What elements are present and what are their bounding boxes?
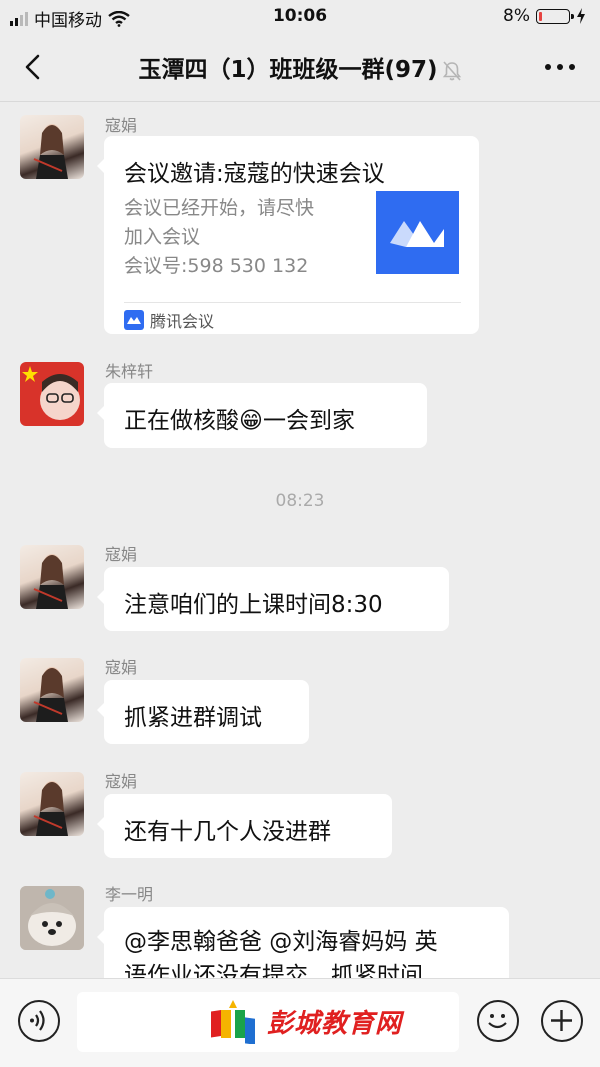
card-source: 腾讯会议 [124, 308, 214, 332]
meeting-card[interactable]: 会议邀请:寇蔻的快速会议 会议已经开始，请尽快 加入会议 会议号:598 530… [97, 136, 479, 334]
smile-icon [488, 1014, 507, 1029]
battery-icon [536, 8, 574, 24]
avatar[interactable] [20, 115, 84, 179]
tencent-meeting-small-icon [124, 310, 144, 330]
chat-header: 玉潭四（1）班班级一群(97) [0, 34, 600, 102]
avatar[interactable] [20, 658, 84, 722]
message-bubble[interactable]: 正在做核酸😁一会到家 [97, 383, 427, 448]
chat-title-wrap: 玉潭四（1）班班级一群(97) [0, 50, 600, 84]
divider [124, 302, 461, 303]
avatar[interactable] [20, 362, 84, 426]
battery-percent: 8% [503, 6, 530, 26]
message-bubble[interactable]: 注意咱们的上课时间8:30 [97, 567, 449, 631]
message-text-part: 正在做核酸 [124, 408, 239, 434]
message-bubble[interactable]: 还有十几个人没进群 [97, 794, 392, 858]
status-bar: 中国移动 10:06 8% [0, 0, 600, 34]
card-source-label: 腾讯会议 [150, 312, 215, 331]
card-title: 会议邀请:寇蔻的快速会议 [124, 161, 385, 187]
message-input[interactable]: 彭城教育网 [77, 992, 459, 1052]
meeting-number: 会议号:598 530 132 [124, 255, 309, 277]
message-text: 抓紧进群调试 [124, 705, 262, 731]
tencent-meeting-logo-icon [376, 191, 459, 274]
more-actions-button[interactable] [541, 1000, 583, 1042]
sender-name: 寇娟 [105, 658, 138, 677]
watermark-text: 彭城教育网 [267, 1008, 403, 1039]
card-desc-line: 会议已经开始，请尽快 [124, 197, 315, 219]
voice-icon [30, 1010, 45, 1031]
more-options-icon[interactable] [540, 54, 580, 80]
sender-name: 李一明 [105, 885, 154, 904]
card-desc-line: 加入会议 [124, 226, 201, 248]
time-divider: 08:23 [275, 491, 325, 511]
sender-name: 寇娟 [105, 116, 138, 135]
message-text: 正在做核酸😁一会到家 [124, 401, 355, 435]
voice-input-button[interactable] [18, 1000, 60, 1042]
message: 李一明 @李思翰爸爸 @刘海睿妈妈 英 语作业还没有提交，抓紧时间 [0, 880, 600, 978]
books-logo-icon [211, 1000, 255, 1044]
avatar[interactable] [20, 886, 84, 950]
mute-bell-icon [442, 60, 461, 81]
message-text: @李思翰爸爸 @刘海睿妈妈 英 语作业还没有提交，抓紧时间 [124, 925, 438, 978]
sender-name: 朱梓轩 [105, 362, 154, 381]
message-text-line: @李思翰爸爸 @刘海睿妈妈 英 [124, 929, 438, 955]
sender-name: 寇娟 [105, 772, 138, 791]
message-text-part: 一会到家 [262, 408, 355, 434]
avatar[interactable] [20, 772, 84, 836]
charging-icon [577, 8, 585, 24]
emoji-button[interactable] [477, 1000, 519, 1042]
message-text: 还有十几个人没进群 [124, 819, 331, 845]
grin-emoji-icon: 😁 [239, 408, 263, 434]
message-text: 注意咱们的上课时间8:30 [124, 592, 383, 618]
input-bar: 彭城教育网 [0, 978, 600, 1067]
chat-title: 玉潭四（1）班班级一群(97) [138, 57, 438, 83]
plus-icon [551, 1010, 572, 1031]
message-text-line: 语作业还没有提交，抓紧时间 [124, 963, 423, 978]
watermark: 彭城教育网 [207, 998, 402, 1044]
sender-name: 寇娟 [105, 545, 138, 564]
message-bubble[interactable]: @李思翰爸爸 @刘海睿妈妈 英 语作业还没有提交，抓紧时间 [97, 907, 509, 978]
avatar[interactable] [20, 545, 84, 609]
card-description: 会议已经开始，请尽快 加入会议 会议号:598 530 132 [124, 194, 314, 281]
message-bubble[interactable]: 抓紧进群调试 [97, 680, 309, 744]
